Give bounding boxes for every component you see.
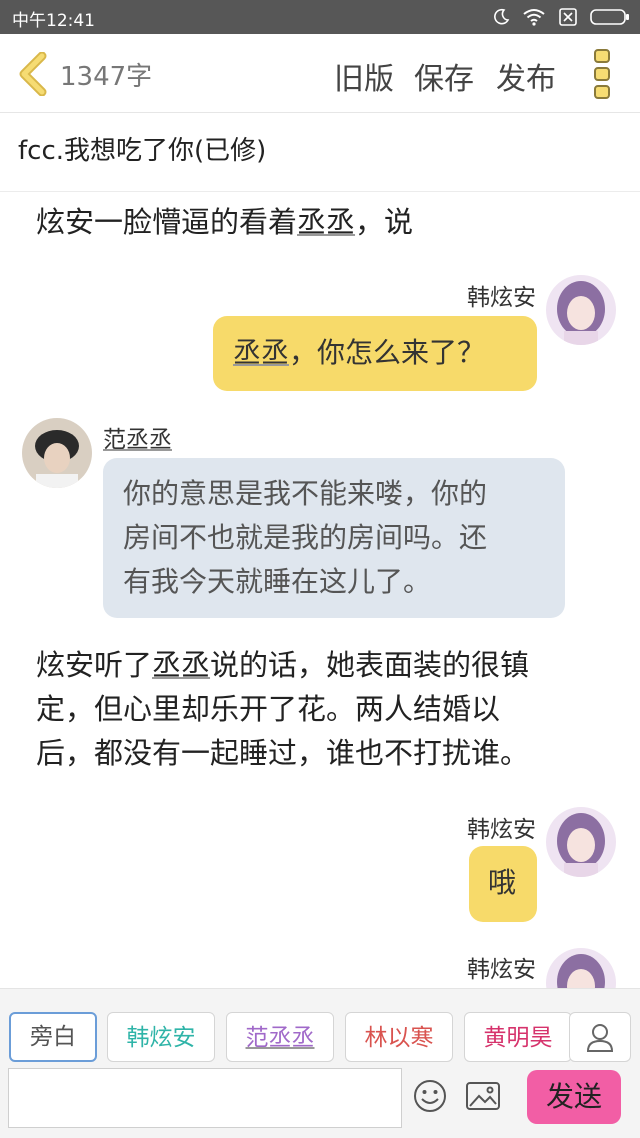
avatar[interactable] <box>22 418 92 488</box>
character-name-link: 丞丞 <box>233 336 290 369</box>
narration-block[interactable]: 炫安一脸懵逼的看着丞丞，说 <box>36 200 596 244</box>
narration-text: 后，都没有一起睡过，谁也不打扰谁。 <box>36 736 530 770</box>
message-bubble[interactable]: 你的意思是我不能来喽，你的 房间不也就是我的房间吗。还 有我今天就睡在这儿了。 <box>103 458 565 618</box>
message-text: 房间不也就是我的房间吗。还 <box>123 521 488 554</box>
character-label: 黄明昊 <box>483 1025 553 1051</box>
character-button-narrator[interactable]: 旁白 <box>9 1012 97 1062</box>
smiley-icon <box>414 1080 446 1112</box>
send-button[interactable]: 发送 <box>527 1070 621 1124</box>
message-input-bar: 发送 <box>0 1064 640 1138</box>
character-label: 韩炫安 <box>126 1025 196 1051</box>
character-name-link: 丞丞 <box>297 205 356 239</box>
wifi-icon <box>523 9 545 26</box>
character-label: 旁白 <box>30 1024 76 1050</box>
speaker-name: 韩炫安 <box>467 817 536 843</box>
story-title-bar[interactable]: fcc.我想吃了你(已修) <box>0 113 640 192</box>
emoji-button[interactable] <box>412 1078 448 1114</box>
message-text: 你的意思是我不能来喽，你的 <box>123 477 488 510</box>
save-button[interactable]: 保存 <box>414 54 474 98</box>
story-content[interactable]: 炫安一脸懵逼的看着丞丞，说 韩炫安 丞丞，你怎么来了？ 范丞丞 你的意思是我不能… <box>0 192 640 988</box>
avatar[interactable] <box>546 275 616 345</box>
narration-text: 说的话，她表面装的很镇 <box>210 648 530 682</box>
avatar[interactable] <box>546 948 616 988</box>
moon-icon <box>494 8 510 25</box>
avatar-girl-icon <box>546 275 616 345</box>
status-bar: 中午12:41 <box>0 0 640 34</box>
image-button[interactable] <box>465 1078 501 1114</box>
character-button[interactable]: 韩炫安 <box>107 1012 215 1062</box>
character-button[interactable]: 林以寒 <box>345 1012 453 1062</box>
speaker-name: 韩炫安 <box>467 957 536 983</box>
avatar-girl-icon <box>546 948 616 988</box>
battery-icon <box>590 9 629 25</box>
status-time: 中午12:41 <box>12 11 95 31</box>
image-icon <box>466 1082 500 1110</box>
character-label: 林以寒 <box>364 1025 434 1051</box>
message-input[interactable] <box>8 1068 402 1128</box>
message-bubble[interactable]: 丞丞，你怎么来了？ <box>213 316 537 391</box>
character-button[interactable]: 黄明昊 <box>464 1012 572 1062</box>
speaker-name: 韩炫安 <box>467 285 536 311</box>
back-button[interactable] <box>14 51 54 97</box>
old-version-button[interactable]: 旧版 <box>334 54 394 98</box>
narration-text: 炫安一脸懵逼的看着 <box>36 205 298 239</box>
character-name-link: 丞丞 <box>152 648 211 682</box>
user-icon <box>586 1024 614 1052</box>
narration-text: 定，但心里却乐开了花。两人结婚以 <box>36 692 501 726</box>
message-text: 哦 <box>488 866 517 899</box>
character-selector: 旁白 韩炫安 范丞丞 林以寒 黄明昊 <box>0 988 640 1065</box>
narration-block[interactable]: 炫安听了丞丞说的话，她表面装的很镇 定，但心里却乐开了花。两人结婚以 后，都没有… <box>36 643 596 775</box>
story-title: fcc.我想吃了你(已修) <box>18 136 267 166</box>
more-menu-button[interactable] <box>588 48 620 100</box>
character-manage-button[interactable] <box>569 1012 631 1062</box>
message-text: ，你怎么来了？ <box>289 336 486 369</box>
speaker-name: 范丞丞 <box>103 427 172 453</box>
app-header: 1347字 旧版 保存 发布 <box>0 34 640 113</box>
more-vertical-icon <box>594 49 610 99</box>
word-count: 1347字 <box>60 62 153 92</box>
no-sim-icon <box>559 8 577 26</box>
avatar-girl-icon <box>546 807 616 877</box>
character-label: 范丞丞 <box>245 1025 315 1051</box>
message-bubble[interactable]: 哦 <box>469 846 537 922</box>
character-button[interactable]: 范丞丞 <box>226 1012 334 1062</box>
chevron-left-icon <box>19 51 47 97</box>
avatar-boy-icon <box>22 418 92 488</box>
publish-button[interactable]: 发布 <box>496 54 556 98</box>
narration-text: 炫安听了 <box>36 648 153 682</box>
narration-text: ，说 <box>355 205 414 239</box>
status-icons <box>492 6 630 28</box>
message-text: 有我今天就睡在这儿了。 <box>123 565 432 598</box>
avatar[interactable] <box>546 807 616 877</box>
